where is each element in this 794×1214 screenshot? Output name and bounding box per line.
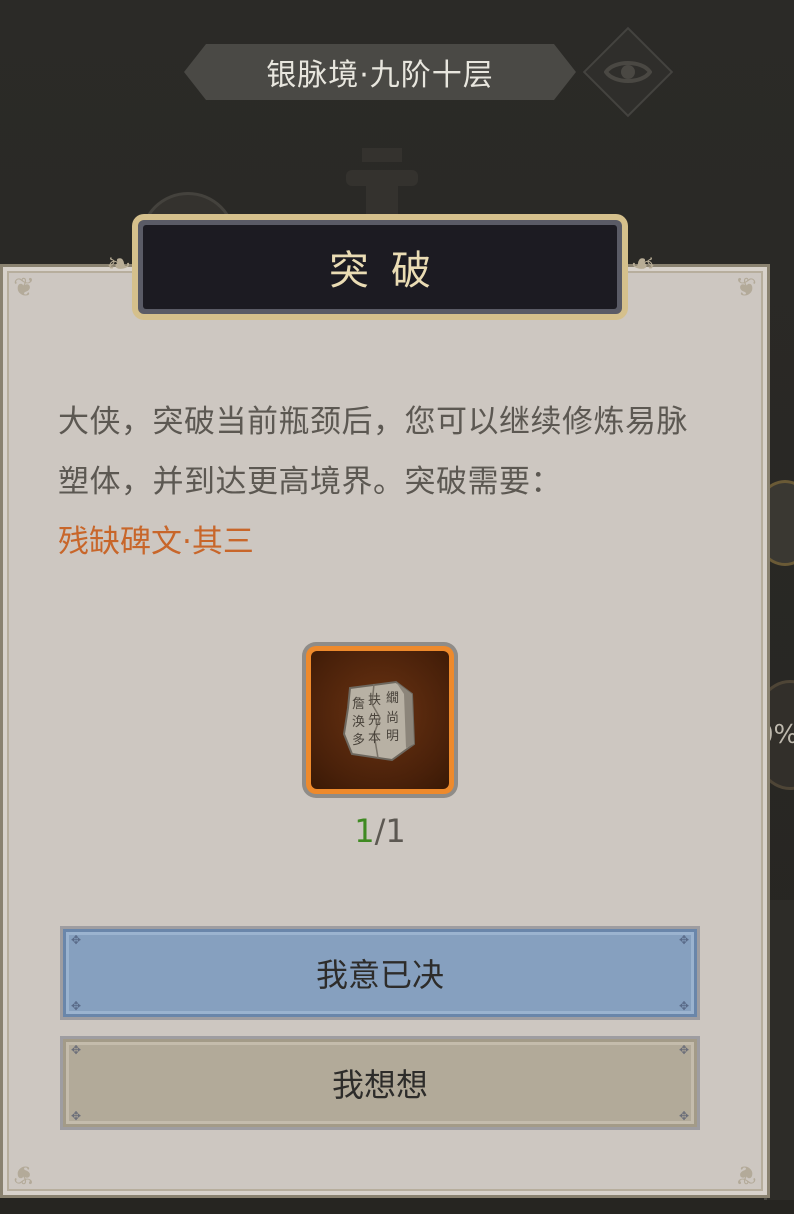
corner-ornament-icon: ❦ xyxy=(735,1159,757,1189)
stone-tablet-icon: 詹扶繝 涣先尚 多本明 xyxy=(342,680,416,762)
svg-text:尚: 尚 xyxy=(386,711,399,726)
corner-ornament-icon: ❦ xyxy=(735,273,757,303)
svg-text:多: 多 xyxy=(352,732,365,748)
svg-text:涣: 涣 xyxy=(352,715,365,730)
confirm-button-label: 我意已决 xyxy=(315,956,444,994)
button-ornament-icon: ✥ xyxy=(71,1109,82,1123)
button-ornament-icon: ✥ xyxy=(678,933,689,947)
title-flourish-icon: ❧ xyxy=(630,247,656,282)
dialog-message: 大侠，突破当前瓶颈后，您可以继续修炼易脉塑体，并到达更高境界。突破需要： xyxy=(58,404,688,500)
svg-text:明: 明 xyxy=(386,729,399,744)
requirement-item-name: 残缺碑文·其三 xyxy=(58,524,254,560)
item-count-separator: / xyxy=(374,812,386,850)
button-ornament-icon: ✥ xyxy=(71,999,82,1013)
button-ornament-icon: ✥ xyxy=(71,933,82,947)
button-ornament-icon: ✥ xyxy=(71,1043,82,1057)
cancel-button-label: 我想想 xyxy=(331,1066,428,1104)
realm-title: 银脉境·九阶十层 xyxy=(266,58,494,93)
button-ornament-icon: ✥ xyxy=(678,1043,689,1057)
button-ornament-icon: ✥ xyxy=(678,999,689,1013)
svg-text:扶: 扶 xyxy=(368,693,381,708)
confirm-button[interactable]: ✥ ✥ ✥ ✥ 我意已决 xyxy=(60,926,700,1020)
game-screen: 银脉境·九阶十层 0% ❦ ❦ ❦ ❦ ❧ ❧ 突破 大侠，突破当前瓶颈后，您可… xyxy=(0,0,794,1214)
item-count: 1/1 xyxy=(302,812,458,850)
svg-text:本: 本 xyxy=(368,731,381,746)
corner-ornament-icon: ❦ xyxy=(13,273,35,303)
realm-title-banner: 银脉境·九阶十层 xyxy=(184,44,576,100)
dialog-title-plate: 突破 xyxy=(132,214,628,320)
dialog-title: 突破 xyxy=(329,248,453,294)
svg-text:詹: 詹 xyxy=(352,697,365,712)
background-pillar xyxy=(346,148,418,218)
corner-ornament-icon: ❦ xyxy=(13,1159,35,1189)
title-flourish-icon: ❧ xyxy=(106,247,132,282)
item-slot[interactable]: 詹扶繝 涣先尚 多本明 xyxy=(302,642,458,798)
button-ornament-icon: ✥ xyxy=(678,1109,689,1123)
item-count-have: 1 xyxy=(354,812,375,850)
svg-text:先: 先 xyxy=(368,713,381,728)
eye-icon xyxy=(604,61,652,83)
svg-text:繝: 繝 xyxy=(386,691,399,706)
item-count-need: 1 xyxy=(385,812,406,850)
cancel-button[interactable]: ✥ ✥ ✥ ✥ 我想想 xyxy=(60,1036,700,1130)
